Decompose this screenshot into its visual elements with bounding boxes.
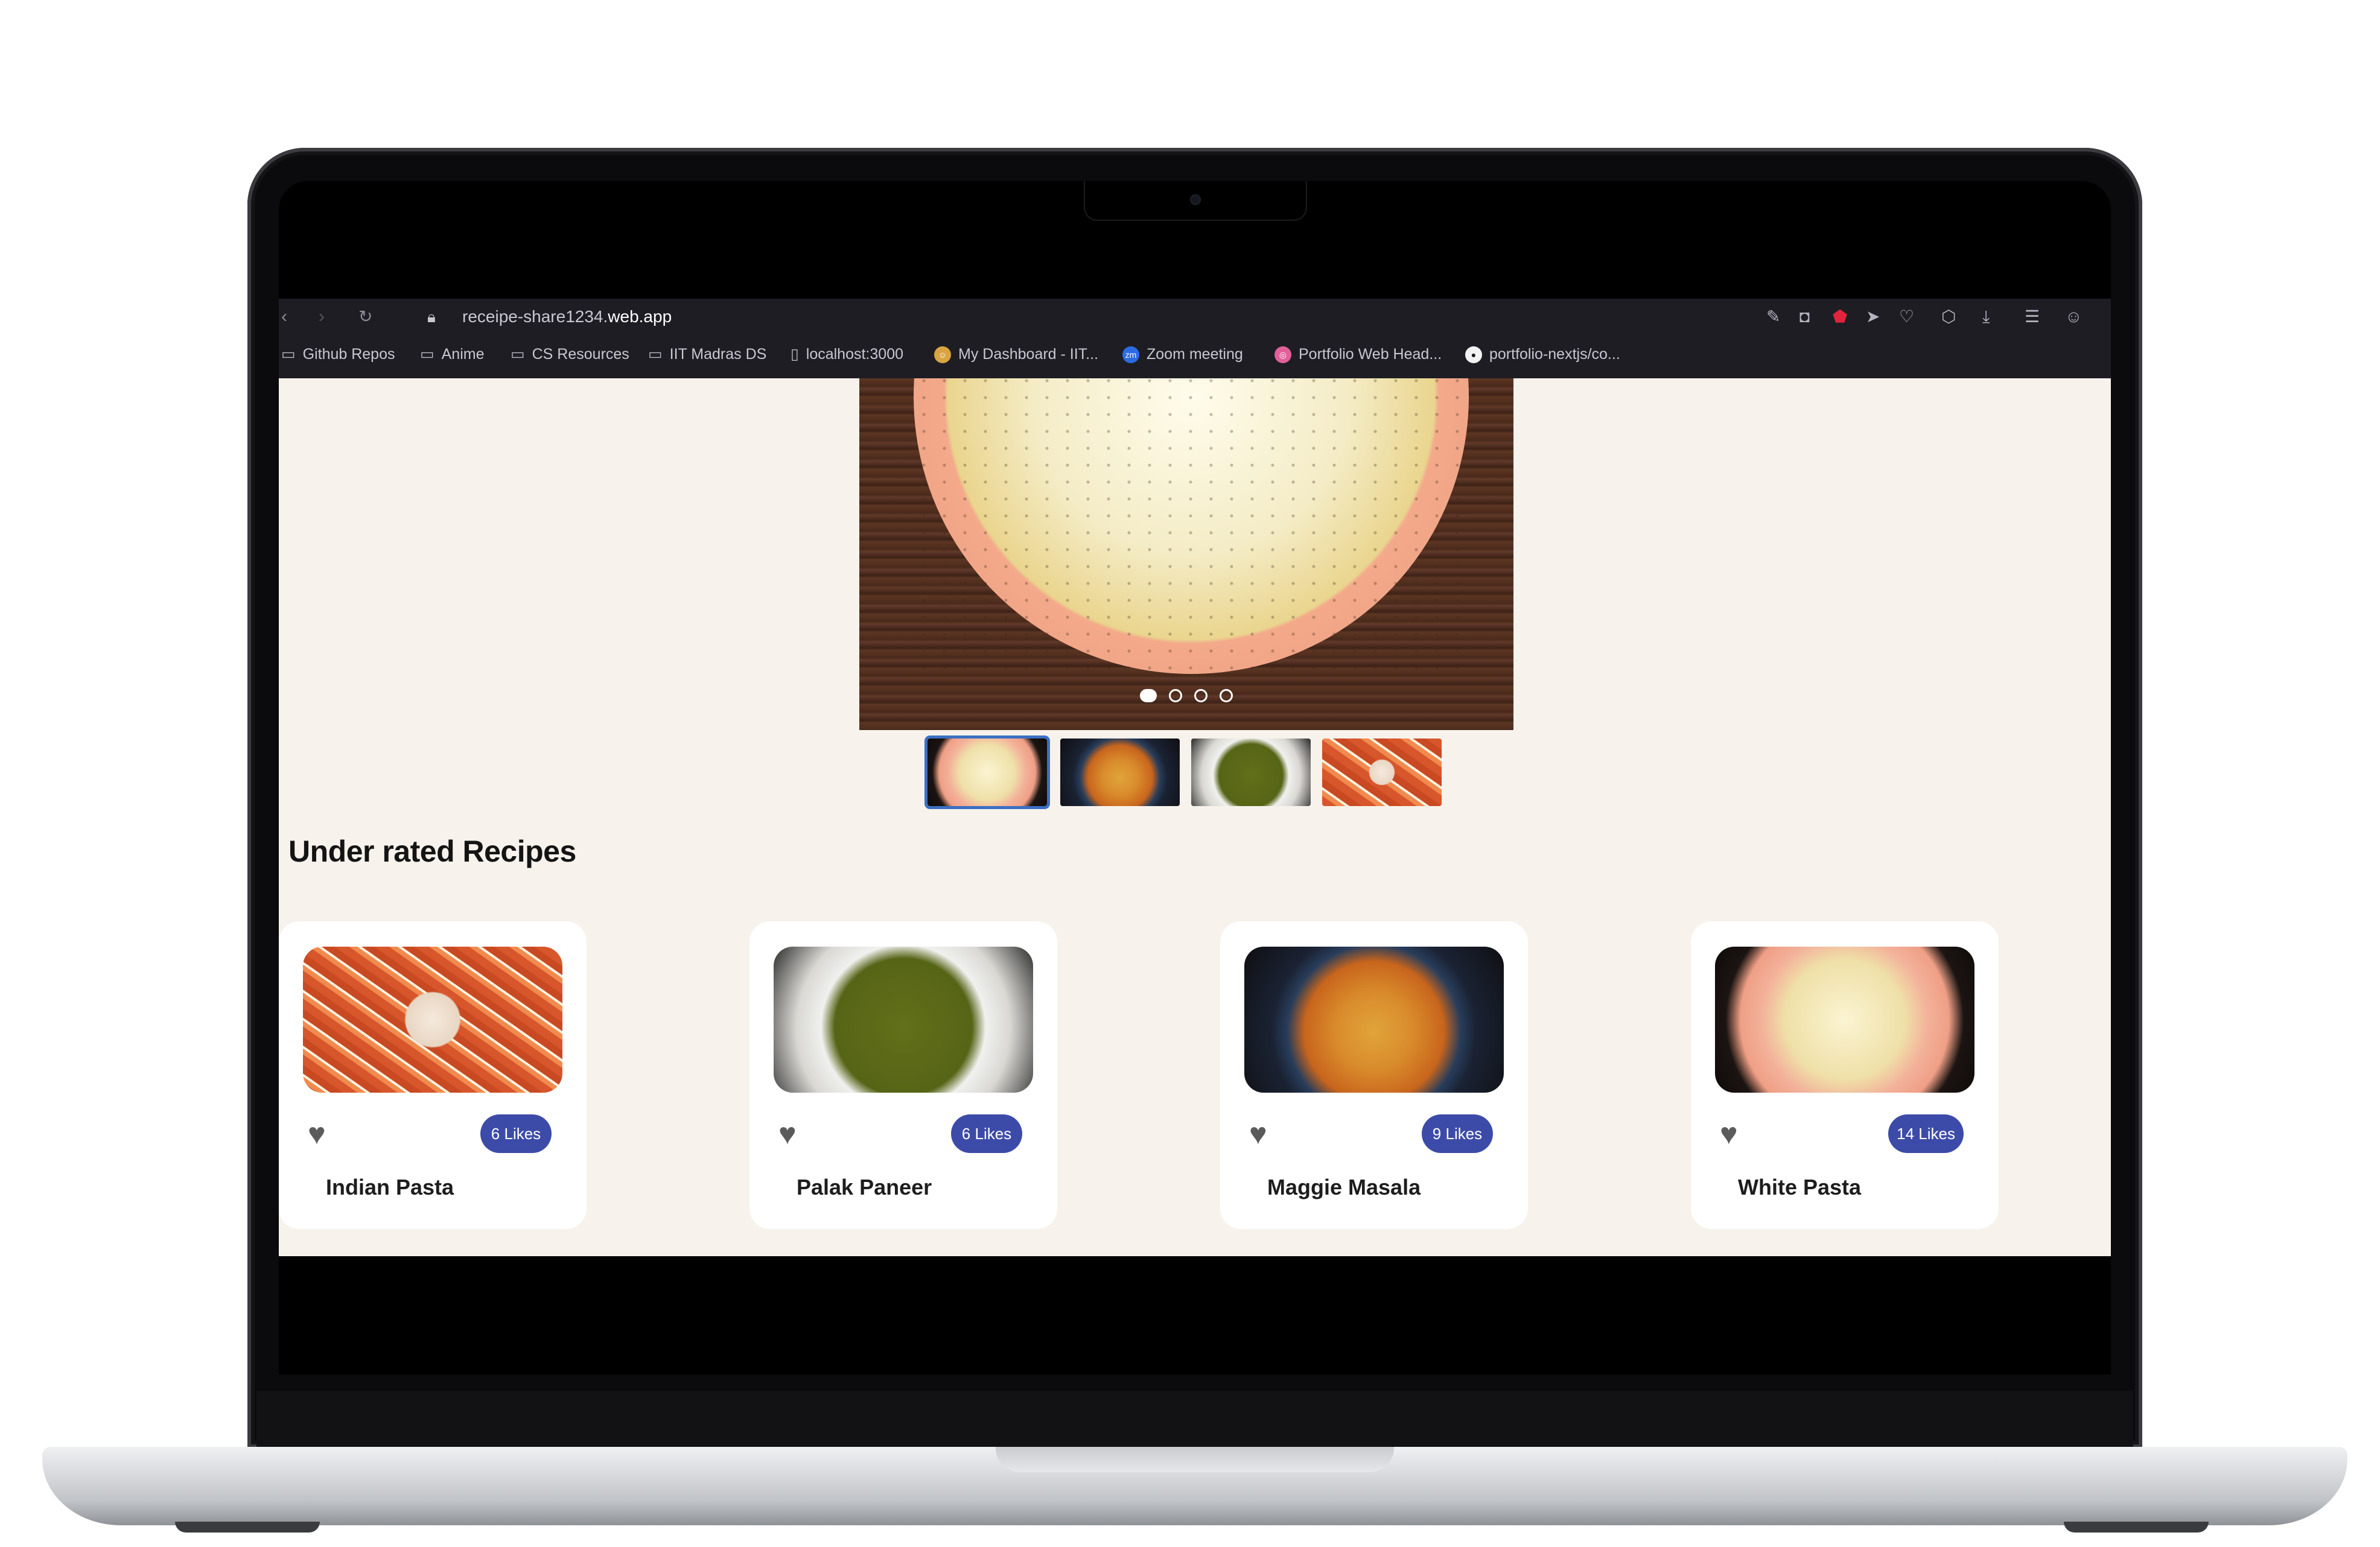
recipe-card[interactable]: ♥ 6 Likes Palak Paneer — [749, 921, 1057, 1229]
carousel-dot-3[interactable] — [1194, 689, 1208, 702]
folder-icon: ▭ — [420, 346, 434, 363]
laptop-foot-right — [2064, 1522, 2209, 1533]
recipe-image[interactable] — [774, 947, 1033, 1093]
github-icon: ● — [1465, 346, 1482, 364]
address-bar[interactable]: receipe-share1234.web.app — [462, 306, 672, 328]
bookmark-iit-madras-ds[interactable]: ▭ IIT Madras DS — [648, 343, 766, 365]
edit-icon[interactable]: ✎ — [1766, 305, 1780, 329]
folder-icon: ▭ — [281, 346, 296, 363]
recipe-name[interactable]: Maggie Masala — [1267, 1175, 1421, 1200]
heart-icon[interactable]: ♥ — [1720, 1116, 1738, 1152]
recipe-name[interactable]: White Pasta — [1738, 1175, 1861, 1200]
carousel-indicators — [859, 689, 1513, 702]
forward-icon[interactable]: › — [319, 305, 325, 329]
dashboard-icon: ☺ — [934, 346, 951, 364]
bookmark-portfolio-web-head[interactable]: ◎ Portfolio Web Head... — [1274, 343, 1442, 365]
recipe-image[interactable] — [303, 947, 562, 1093]
file-icon: ▯ — [791, 346, 799, 363]
likes-badge: 6 Likes — [951, 1114, 1022, 1153]
settings-sliders-icon[interactable]: ☰ — [2025, 305, 2040, 329]
folder-icon: ▭ — [511, 346, 525, 363]
browser-nav-row: ‹ › ↻ 🔒︎ receipe-share1234.web.app ✎ ◘ ⬟… — [279, 299, 2111, 335]
web-page: Under rated Recipes ♥ 6 Likes Indian Pas… — [279, 378, 2111, 1256]
reload-icon[interactable]: ↻ — [358, 305, 372, 329]
recipe-card[interactable]: ♥ 14 Likes White Pasta — [1691, 921, 1999, 1229]
camera-icon — [1190, 194, 1201, 205]
back-icon[interactable]: ‹ — [281, 305, 287, 329]
lock-icon[interactable]: 🔒︎ — [427, 305, 436, 329]
hero-carousel-image[interactable] — [859, 378, 1513, 730]
heart-outline-icon[interactable]: ♡ — [1899, 305, 1914, 329]
recipe-card[interactable]: ♥ 6 Likes Indian Pasta — [279, 921, 587, 1229]
thumbnail-indian-pasta[interactable] — [1322, 739, 1442, 806]
laptop-screen: ‹ › ↻ 🔒︎ receipe-share1234.web.app ✎ ◘ ⬟… — [279, 181, 2111, 1374]
pasta-texture — [914, 378, 1469, 674]
recipe-image[interactable] — [1244, 947, 1504, 1093]
camera-screenshot-icon[interactable]: ◘ — [1799, 305, 1810, 329]
bookmark-github-repos[interactable]: ▭ Github Repos — [281, 343, 395, 365]
heart-icon[interactable]: ♥ — [1249, 1116, 1267, 1152]
carousel-dot-4[interactable] — [1220, 689, 1233, 702]
shield-icon[interactable]: ⬟ — [1833, 305, 1847, 329]
carousel-dot-2[interactable] — [1169, 689, 1182, 702]
laptop-foot-left — [175, 1522, 320, 1533]
recipe-card[interactable]: ♥ 9 Likes Maggie Masala — [1220, 921, 1528, 1229]
bookmark-portfolio-nextjs[interactable]: ● portfolio-nextjs/co... — [1465, 343, 1620, 365]
heart-icon[interactable]: ♥ — [778, 1116, 797, 1152]
dribbble-icon: ◎ — [1274, 346, 1291, 364]
bookmark-anime[interactable]: ▭ Anime — [420, 343, 485, 365]
cube-icon[interactable]: ⬡ — [1941, 305, 1956, 329]
likes-badge: 9 Likes — [1422, 1114, 1493, 1153]
thumbnail-palak-paneer[interactable] — [1191, 739, 1311, 806]
thumbnail-maggie-masala[interactable] — [1060, 739, 1180, 806]
white-pasta-plate-image — [914, 378, 1469, 674]
likes-badge: 6 Likes — [480, 1114, 552, 1153]
bookmark-localhost[interactable]: ▯ localhost:3000 — [791, 343, 903, 365]
carousel-dot-1[interactable] — [1140, 689, 1157, 702]
bookmark-zoom-meeting[interactable]: zm Zoom meeting — [1122, 343, 1243, 365]
send-icon[interactable]: ➤ — [1866, 305, 1880, 329]
bookmarks-bar: ▭ Github Repos ▭ Anime ▭ CS Resources ▭ IIT … — [279, 338, 2111, 372]
recipe-name[interactable]: Palak Paneer — [797, 1175, 932, 1200]
recipe-name[interactable]: Indian Pasta — [326, 1175, 454, 1200]
laptop-chin — [256, 1391, 2133, 1448]
laptop-opening-notch — [996, 1447, 1394, 1472]
zoom-icon: zm — [1122, 346, 1139, 364]
folder-icon: ▭ — [648, 346, 663, 363]
camera-notch — [1084, 181, 1307, 221]
thumbnail-white-pasta[interactable] — [924, 735, 1050, 809]
likes-badge: 14 Likes — [1888, 1114, 1964, 1153]
section-title: Under rated Recipes — [288, 834, 576, 868]
bookmark-my-dashboard[interactable]: ☺ My Dashboard - IIT... — [934, 343, 1098, 365]
download-icon[interactable]: ⤓ — [1982, 305, 1990, 329]
bookmark-cs-resources[interactable]: ▭ CS Resources — [511, 343, 629, 365]
browser-chrome: ‹ › ↻ 🔒︎ receipe-share1234.web.app ✎ ◘ ⬟… — [279, 299, 2111, 378]
heart-icon[interactable]: ♥ — [308, 1116, 326, 1152]
recipe-image[interactable] — [1715, 947, 1974, 1093]
profile-icon[interactable]: ☺ — [2065, 305, 2082, 329]
